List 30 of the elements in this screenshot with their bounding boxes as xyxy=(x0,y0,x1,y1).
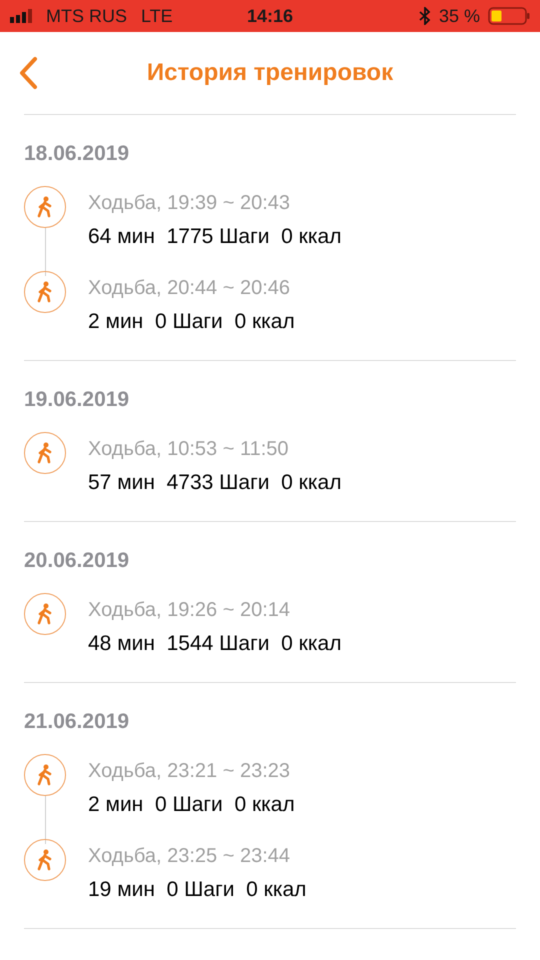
walking-person-icon xyxy=(36,196,54,218)
workout-stats: 48 мин 1544 Шаги 0 ккал xyxy=(88,631,342,657)
walking-person-icon xyxy=(36,603,54,625)
workout-stats: 64 мин 1775 Шаги 0 ккал xyxy=(88,224,342,250)
workout-stats: 2 мин 0 Шаги 0 ккал xyxy=(88,309,295,335)
date-heading: 18.06.2019 xyxy=(24,141,130,167)
walking-person-icon xyxy=(36,281,54,303)
page-title: История тренировок xyxy=(146,58,394,88)
bluetooth-icon xyxy=(418,7,431,25)
carrier-name: MTS RUS xyxy=(46,4,127,28)
workout-time: Ходьба, 20:44 ~ 20:46 xyxy=(88,276,292,300)
back-chevron-icon xyxy=(18,56,38,90)
date-heading: 20.06.2019 xyxy=(24,548,130,574)
workout-time: Ходьба, 19:39 ~ 20:43 xyxy=(88,191,292,215)
workout-time: Ходьба, 19:26 ~ 20:14 xyxy=(88,598,292,622)
workout-time: Ходьба, 23:21 ~ 23:23 xyxy=(88,759,292,783)
workout-time: Ходьба, 10:53 ~ 11:50 xyxy=(88,437,290,461)
workout-stats: 57 мин 4733 Шаги 0 ккал xyxy=(88,470,342,496)
walking-person-icon xyxy=(36,849,54,871)
network-type: LTE xyxy=(141,4,173,28)
date-heading: 19.06.2019 xyxy=(24,387,130,413)
clock: 14:16 xyxy=(246,4,294,28)
workout-time: Ходьба, 23:25 ~ 23:44 xyxy=(88,844,292,868)
battery-icon xyxy=(488,7,530,25)
date-heading: 21.06.2019 xyxy=(24,709,130,735)
workout-stats: 19 мин 0 Шаги 0 ккал xyxy=(88,877,306,903)
battery-percent: 35 % xyxy=(438,4,480,28)
walking-person-icon xyxy=(36,442,54,464)
workout-stats: 2 мин 0 Шаги 0 ккал xyxy=(88,792,295,818)
walking-person-icon xyxy=(36,764,54,786)
